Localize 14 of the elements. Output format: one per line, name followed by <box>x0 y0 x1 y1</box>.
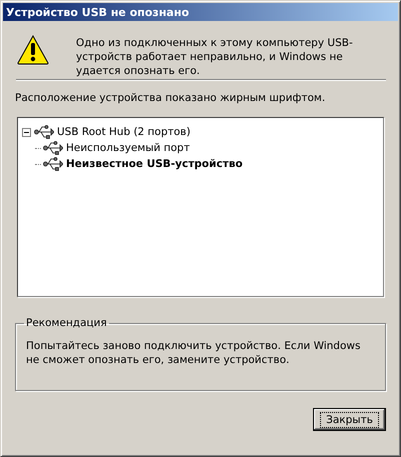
tree-item[interactable]: Неиспользуемый порт <box>66 142 190 154</box>
tree-item[interactable]: Неизвестное USB-устройство <box>66 158 243 170</box>
group-title: Рекомендация <box>25 317 108 329</box>
close-button[interactable]: Закрыть <box>313 408 386 431</box>
warning-icon <box>17 35 49 65</box>
window-title: Устройство USB не опознано <box>6 6 190 18</box>
tree-item[interactable]: USB Root Hub (2 портов) <box>57 126 190 138</box>
instruction-text: Расположение устройства показано жирным шрифтом. <box>15 92 326 104</box>
usb-icon <box>34 125 54 139</box>
usb-icon <box>43 141 63 155</box>
message-text: Одно из подключенных к этому компьютеру USB-устройств работает неправильно, и Windows не удается опознать его. <box>76 36 354 78</box>
usb-icon <box>43 157 63 171</box>
collapse-icon[interactable] <box>22 128 31 136</box>
recommendation-text: Попытайтесь заново подключить устройство. Если Windows не сможет опознать его, замените устройство. <box>26 339 362 367</box>
